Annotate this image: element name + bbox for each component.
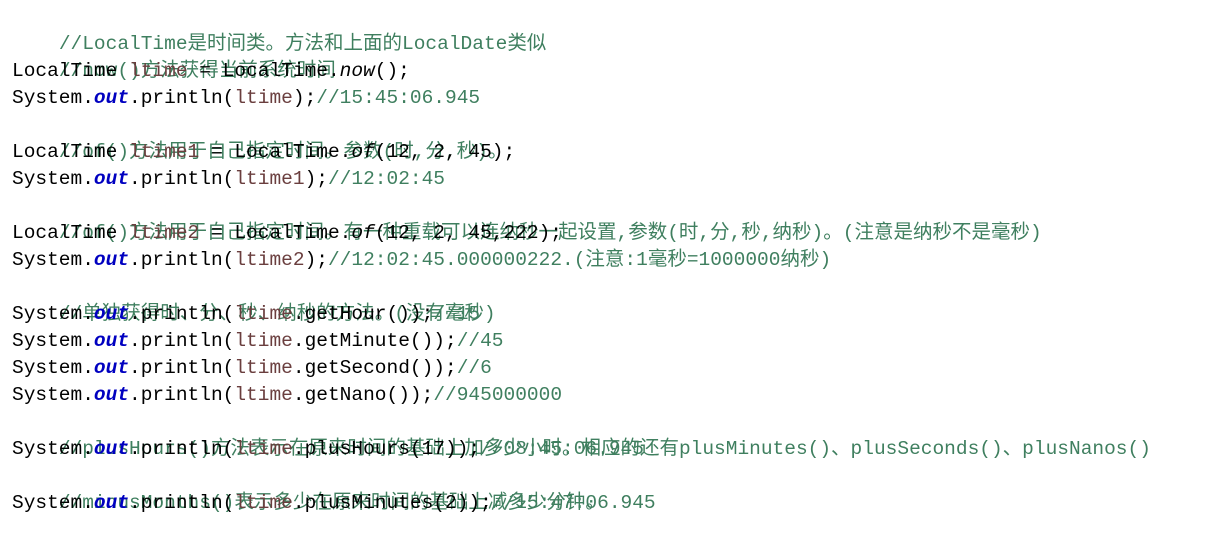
println-call: .println( [129,87,235,109]
variable-name: ltime [234,384,293,406]
system-class: System. [12,330,94,352]
static-method-call: now [339,60,375,82]
system-class: System. [12,87,94,109]
call-rest: .plusHours(17)); [292,438,481,460]
system-class: System. [12,168,94,190]
system-class: System. [12,438,94,460]
variable-name: ltime [234,357,293,379]
trailing-comment: //45 [456,330,504,352]
out-field: out [93,384,130,406]
variable-name: ltime [234,438,293,460]
variable-name: ltime1 [234,168,305,190]
trailing-comment: //945000000 [433,384,563,406]
variable-name: ltime2 [234,249,305,271]
call-arguments: (12, 2, 45); [374,141,516,163]
assignment-text: = LocalTime. [187,60,340,82]
out-field: out [93,168,130,190]
println-call: .println( [129,384,235,406]
code-line-comment: //of()方法用于自己指定时间。参数(时,分,秒)。 [12,112,1212,163]
assignment-text: = LocalTime. [199,222,352,244]
code-line-comment: //单独获得时、分、秒、纳秒的方法。(没有毫秒) [12,274,1212,325]
println-call: .println( [129,438,235,460]
type-name: LocalTime [12,60,130,82]
trailing-comment: //15:45:06.945 [316,87,481,109]
trailing-comment: //6 [456,357,492,379]
system-class: System. [12,249,94,271]
code-line-declaration: LocalTime ltime1 = LocalTime.of(12, 2, 4… [12,139,1212,166]
println-call: .println( [129,357,235,379]
call-rest: .plusMinutes(2)); [292,492,492,514]
code-line-comment: //of()方法用于自己指定时间。有一种重载可以连纳秒一起设置,参数(时,分,秒… [12,193,1212,244]
variable-name: ltime [234,87,293,109]
static-method-call: of [351,141,375,163]
system-class: System. [12,357,94,379]
code-editor[interactable]: //LocalTime是时间类。方法和上面的LocalDate类似 //now(… [0,0,1212,528]
out-field: out [93,492,130,514]
line-comment: //LocalTime是时间类。方法和上面的LocalDate类似 [58,33,547,55]
variable-name: ltime [129,60,188,82]
out-field: out [93,330,130,352]
code-line-comment: //LocalTime是时间类。方法和上面的LocalDate类似 [12,4,1212,55]
println-call: .println( [129,249,235,271]
out-field: out [93,87,130,109]
println-call: .println( [129,168,235,190]
code-line-print: System.out.println(ltime);//15:45:06.945 [12,85,1212,112]
call-rest: .getMinute()); [292,330,457,352]
call-rest: ); [292,87,317,109]
variable-name: ltime2 [129,222,200,244]
code-line-print: System.out.println(ltime.getSecond());//… [12,355,1212,382]
println-call: .println( [129,492,235,514]
code-line-print: System.out.println(ltime1);//12:02:45 [12,166,1212,193]
call-arguments: (12, 2, 45,222); [374,222,563,244]
static-method-call: of [351,222,375,244]
system-class: System. [12,303,94,325]
variable-name: ltime [234,492,293,514]
type-name: LocalTime [12,141,130,163]
code-line-print: System.out.println(ltime.getNano());//94… [12,382,1212,409]
variable-name: ltime [234,330,293,352]
system-class: System. [12,492,94,514]
code-line-print: System.out.println(ltime.getMinute());//… [12,328,1212,355]
out-field: out [93,249,130,271]
out-field: out [93,438,130,460]
call-rest: .getNano()); [292,384,434,406]
trailing-comment: //15:47:06.945 [491,492,656,514]
trailing-comment: //15 [433,303,481,325]
assignment-text: = LocalTime. [199,141,352,163]
system-class: System. [12,384,94,406]
trailing-comment: //12:02:45 [327,168,446,190]
out-field: out [93,303,130,325]
code-line-print: System.out.println(ltime.getHour());//15 [12,301,1212,328]
variable-name: ltime1 [129,141,200,163]
call-rest: ); [304,168,328,190]
call-rest: .getSecond()); [292,357,457,379]
trailing-comment: //12:02:45.000000222.(注意:1毫秒=1000000纳秒) [327,249,832,271]
out-field: out [93,357,130,379]
code-line-comment: //plusHours()方法表示在原来时间的基础上加多少小时。相应的还有plu… [12,409,1212,460]
type-name: LocalTime [12,222,130,244]
call-rest: .getHour()); [292,303,434,325]
code-line-comment: //minusMonths()表示多少在原来时间的基础上减多少分钟。 [12,463,1212,514]
code-line-print: System.out.println(ltime2);//12:02:45.00… [12,247,1212,274]
println-call: .println( [129,330,235,352]
call-rest: ); [304,249,328,271]
println-call: .println( [129,303,235,325]
variable-name: ltime [234,303,293,325]
trailing-comment: //08:45:06.945 [480,438,644,460]
call-arguments: (); [374,60,410,82]
code-line-print: System.out.println(ltime.plusMinutes(2))… [12,490,1212,517]
code-line-declaration: LocalTime ltime = LocalTime.now(); [12,58,1212,85]
